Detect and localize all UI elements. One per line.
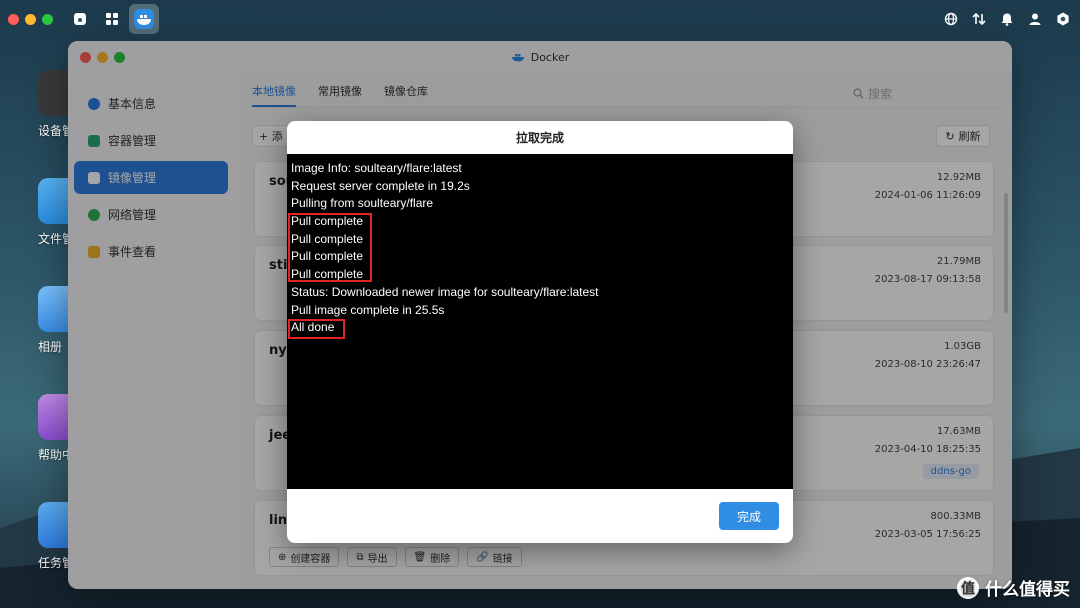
globe-icon[interactable] [944, 12, 958, 26]
menubar [0, 0, 1080, 38]
desktop-icon-label: 相册 [38, 340, 63, 354]
settings-icon[interactable] [1056, 12, 1070, 26]
log-line: Image Info: soulteary/flare:latest [291, 161, 462, 175]
transfer-icon[interactable] [972, 12, 986, 26]
home-icon[interactable] [65, 4, 95, 34]
desktop-traffic-lights [8, 13, 53, 25]
done-button[interactable]: 完成 [719, 502, 779, 530]
pull-complete-highlight [288, 213, 372, 282]
bell-icon[interactable] [1000, 12, 1014, 26]
pull-log-terminal: Image Info: soulteary/flare:latest Reque… [287, 154, 793, 489]
user-icon[interactable] [1028, 12, 1042, 26]
log-line: Pull image complete in 25.5s [291, 302, 445, 317]
apps-grid-icon[interactable] [97, 4, 127, 34]
log-line: Pulling from soulteary/flare [291, 196, 434, 211]
close-dot[interactable] [8, 13, 19, 25]
docker-app-icon[interactable] [129, 4, 159, 34]
log-line: All done [291, 320, 335, 335]
log-line: Request server complete in 19.2s [291, 178, 470, 193]
maximize-dot[interactable] [42, 13, 53, 25]
all-done-highlight [288, 319, 345, 339]
minimize-dot[interactable] [25, 13, 36, 25]
watermark-logo: 值 [957, 576, 979, 599]
watermark: 值 什么值得买 [957, 575, 1070, 600]
watermark-text: 什么值得买 [985, 580, 1070, 600]
pull-complete-dialog: 拉取完成 Image Info: soulteary/flare:latest … [287, 121, 793, 543]
log-line: Status: Downloaded newer image for soult… [291, 284, 599, 299]
dialog-title: 拉取完成 [515, 131, 564, 145]
